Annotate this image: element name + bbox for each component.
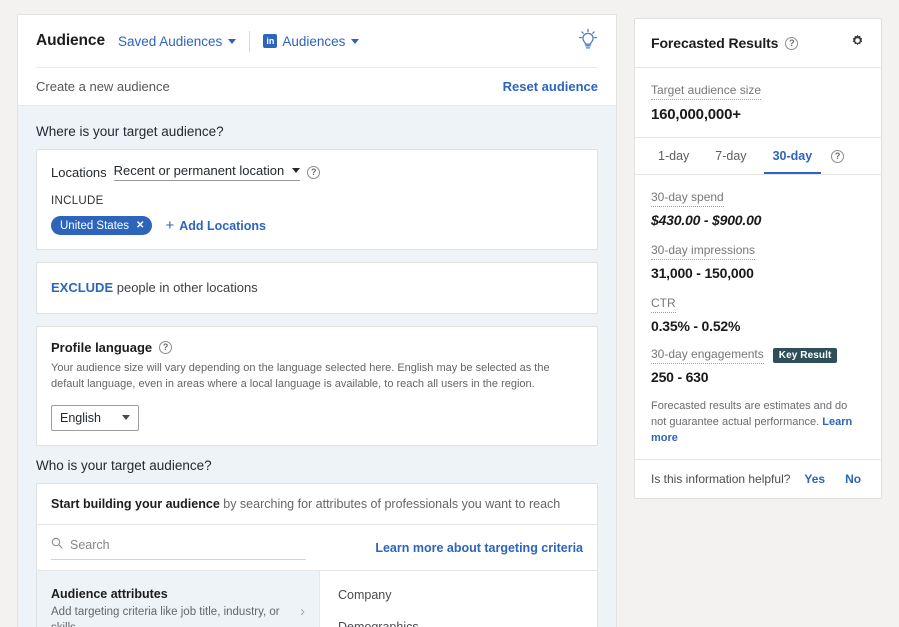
profile-language-value: English	[60, 411, 101, 425]
category-demographics[interactable]: Demographics	[320, 611, 597, 627]
metric-label: 30-day spend	[651, 190, 724, 207]
add-locations-button[interactable]: + Add Locations	[165, 217, 266, 234]
metric-value: $430.00 - $900.00	[651, 212, 865, 228]
profile-language-label: Profile language	[51, 340, 152, 355]
plus-icon: +	[165, 217, 174, 234]
chevron-down-icon	[351, 39, 359, 44]
learn-targeting-criteria-link[interactable]: Learn more about targeting criteria	[375, 541, 583, 555]
attribute-group-name: Audience attributes	[51, 587, 292, 601]
status-badge-key-result: Key Result	[773, 348, 838, 363]
attribute-categories-list: Company Demographics Education Job Exper…	[320, 571, 597, 627]
target-audience-size-block: Target audience size 160,000,000+	[635, 68, 881, 138]
search-input[interactable]	[70, 538, 306, 552]
who-target-audience-heading: Who is your target audience?	[36, 458, 598, 473]
forecast-disclaimer: Forecasted results are estimates and do …	[651, 399, 865, 447]
metric-30-day-spend: 30-day spend $430.00 - $900.00	[651, 188, 865, 228]
exclude-locations-card[interactable]: EXCLUDE people in other locations	[36, 262, 598, 314]
metric-value: 31,000 - 150,000	[651, 265, 865, 281]
help-icon[interactable]: ?	[159, 341, 172, 354]
forecast-title: Forecasted Results	[651, 35, 778, 51]
saved-audiences-label: Saved Audiences	[118, 34, 222, 49]
location-type-value: Recent or permanent location	[114, 163, 285, 178]
search-icon	[51, 536, 63, 554]
remove-location-icon[interactable]: ✕	[136, 220, 144, 231]
metric-label: CTR	[651, 296, 676, 313]
page-title: Audience	[36, 32, 105, 50]
audience-panel-body: Where is your target audience? Locations…	[18, 106, 616, 627]
audience-panel-header: Audience Saved Audiences in Audiences	[18, 15, 616, 106]
gear-icon[interactable]	[850, 33, 865, 53]
tab-7-day[interactable]: 7-day	[706, 138, 755, 174]
forecast-header: Forecasted Results ?	[635, 19, 881, 68]
included-locations-row: United States ✕ + Add Locations	[51, 216, 583, 235]
help-icon[interactable]: ?	[785, 37, 798, 50]
attribute-group-audience-attributes[interactable]: Audience attributes Add targeting criter…	[37, 571, 319, 627]
target-audience-size-value: 160,000,000+	[651, 106, 865, 123]
chevron-down-icon	[292, 168, 300, 173]
location-pill-label: United States	[60, 220, 129, 232]
help-icon[interactable]: ?	[307, 166, 320, 179]
audience-panel: Audience Saved Audiences in Audiences	[17, 14, 617, 627]
feedback-yes-button[interactable]: Yes	[804, 472, 825, 486]
location-pill-united-states[interactable]: United States ✕	[51, 216, 152, 235]
lightbulb-tips-icon[interactable]	[578, 28, 598, 55]
metric-30-day-impressions: 30-day impressions 31,000 - 150,000	[651, 241, 865, 281]
build-audience-strong: Start building your audience	[51, 497, 220, 511]
exclude-link[interactable]: EXCLUDE	[51, 280, 113, 295]
header-divider	[249, 31, 250, 52]
helpful-question: Is this information helpful?	[651, 472, 790, 486]
help-icon[interactable]: ?	[831, 150, 844, 163]
profile-language-card: Profile language ? Your audience size wi…	[36, 326, 598, 446]
tab-30-day[interactable]: 30-day	[764, 138, 822, 174]
locations-card: Locations Recent or permanent location ?…	[36, 149, 598, 250]
build-audience-header: Start building your audience by searchin…	[37, 484, 597, 525]
forecast-metrics: 30-day spend $430.00 - $900.00 30-day im…	[635, 175, 881, 459]
search-box[interactable]	[51, 536, 306, 560]
forecast-range-tabs: 1-day 7-day 30-day ?	[635, 138, 881, 175]
metric-label: 30-day impressions	[651, 243, 755, 260]
profile-language-select[interactable]: English	[51, 405, 139, 431]
include-label: INCLUDE	[51, 195, 583, 207]
target-audience-size-label: Target audience size	[651, 83, 761, 100]
add-locations-label: Add Locations	[179, 219, 266, 233]
metric-30-day-engagements: 30-day engagements Key Result 250 - 630	[651, 347, 865, 385]
search-row: Learn more about targeting criteria	[37, 525, 597, 571]
metric-label-row: 30-day engagements Key Result	[651, 347, 865, 364]
audiences-label: Audiences	[282, 34, 345, 49]
build-audience-rest: by searching for attributes of professio…	[220, 497, 560, 511]
where-target-audience-heading: Where is your target audience?	[36, 124, 598, 139]
metric-value: 0.35% - 0.52%	[651, 318, 865, 334]
attribute-groups-list: Audience attributes Add targeting criter…	[37, 571, 320, 627]
audiences-dropdown[interactable]: in Audiences	[263, 34, 359, 49]
chevron-right-icon: ›	[292, 603, 305, 620]
locations-selector-row: Locations Recent or permanent location ?	[51, 163, 583, 181]
tab-1-day[interactable]: 1-day	[649, 138, 698, 174]
metric-ctr: CTR 0.35% - 0.52%	[651, 294, 865, 334]
exclude-description: people in other locations	[113, 280, 258, 295]
category-company[interactable]: Company	[320, 579, 597, 611]
location-type-dropdown[interactable]: Recent or permanent location	[114, 163, 301, 181]
reset-audience-button[interactable]: Reset audience	[503, 79, 598, 94]
chevron-down-icon	[122, 415, 130, 420]
chevron-down-icon	[228, 39, 236, 44]
forecasted-results-panel: Forecasted Results ? Target audience siz…	[634, 18, 882, 499]
screen-root: Audience Saved Audiences in Audiences	[0, 0, 899, 627]
metric-value: 250 - 630	[651, 369, 865, 385]
linkedin-logo-icon: in	[263, 34, 277, 48]
attributes-split-view: Audience attributes Add targeting criter…	[37, 571, 597, 627]
forecast-disclaimer-text: Forecasted results are estimates and do …	[651, 400, 847, 428]
saved-audiences-dropdown[interactable]: Saved Audiences	[118, 34, 236, 49]
build-audience-card: Start building your audience by searchin…	[36, 483, 598, 627]
audience-header-sub-row: Create a new audience Reset audience	[36, 67, 598, 105]
attribute-group-desc: Add targeting criteria like job title, i…	[51, 604, 292, 627]
audience-header-top-row: Audience Saved Audiences in Audiences	[36, 15, 598, 67]
create-new-audience-label: Create a new audience	[36, 79, 170, 94]
feedback-no-button[interactable]: No	[845, 472, 861, 486]
metric-label: 30-day engagements	[651, 347, 764, 364]
profile-language-heading: Profile language ?	[51, 340, 583, 355]
locations-label: Locations	[51, 165, 107, 180]
forecast-feedback-row: Is this information helpful? Yes No	[635, 459, 881, 498]
profile-language-description: Your audience size will vary depending o…	[51, 361, 581, 393]
